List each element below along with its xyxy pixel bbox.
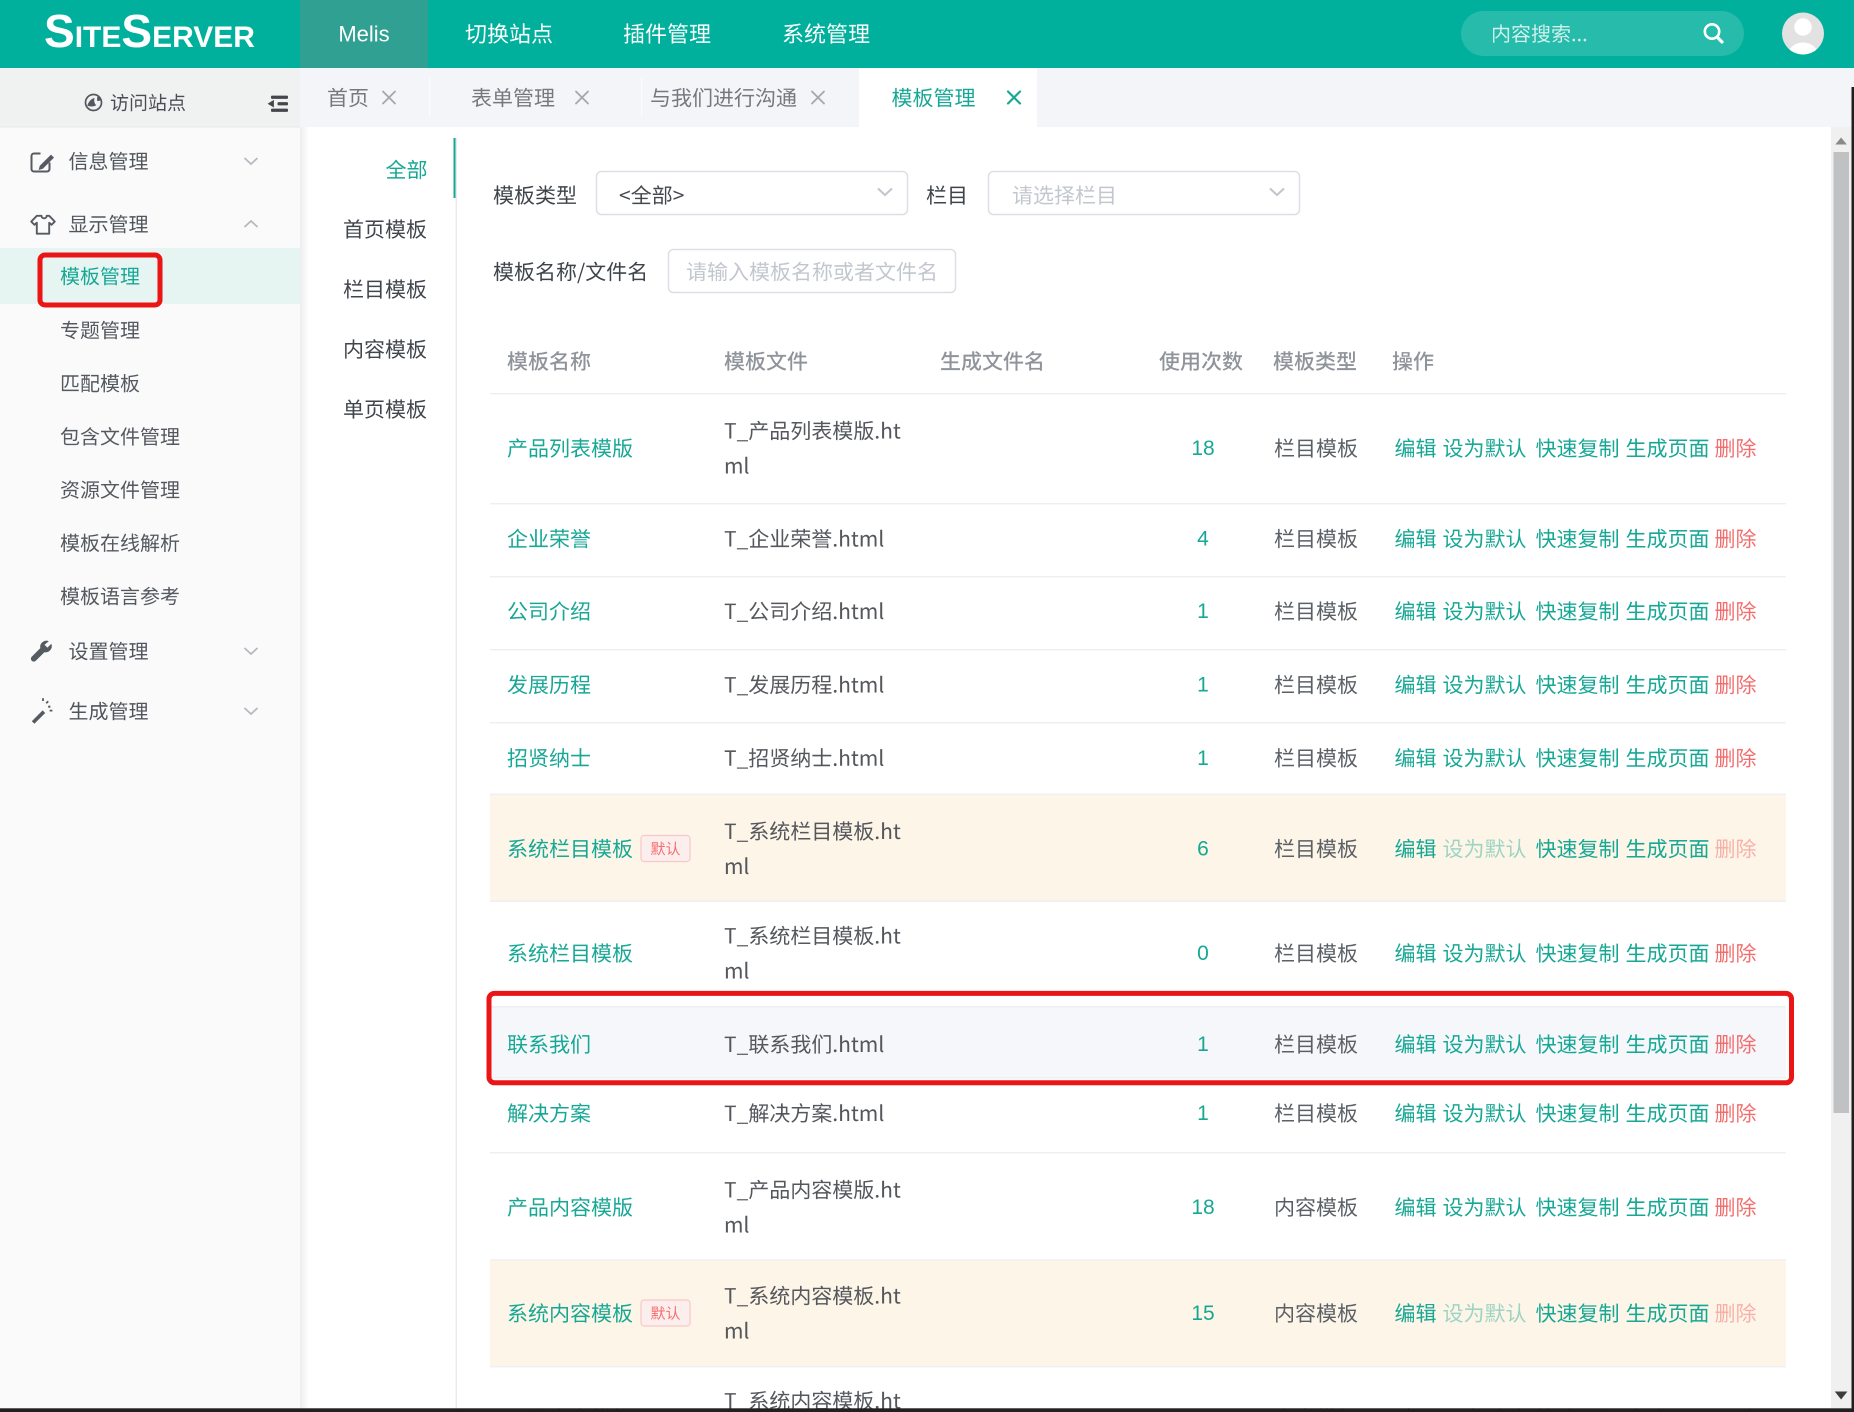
svg-text:15: 15 [1191, 1302, 1214, 1325]
svg-text:18: 18 [1191, 437, 1214, 460]
svg-text:1: 1 [1197, 674, 1209, 697]
svg-text:1: 1 [1197, 1102, 1209, 1125]
svg-text:S: S [44, 5, 75, 57]
svg-text:18: 18 [1191, 1196, 1214, 1219]
svg-text:1: 1 [1197, 600, 1209, 623]
svg-text:1: 1 [1197, 1033, 1209, 1056]
svg-text:ERVER: ERVER [152, 21, 255, 54]
svg-text:0: 0 [1197, 942, 1209, 965]
svg-text:1: 1 [1197, 747, 1209, 770]
svg-text:6: 6 [1197, 838, 1209, 861]
svg-text:ITE: ITE [75, 21, 122, 54]
svg-text:Melis: Melis [338, 22, 389, 47]
svg-text:4: 4 [1197, 528, 1209, 551]
svg-text:S: S [121, 5, 152, 57]
